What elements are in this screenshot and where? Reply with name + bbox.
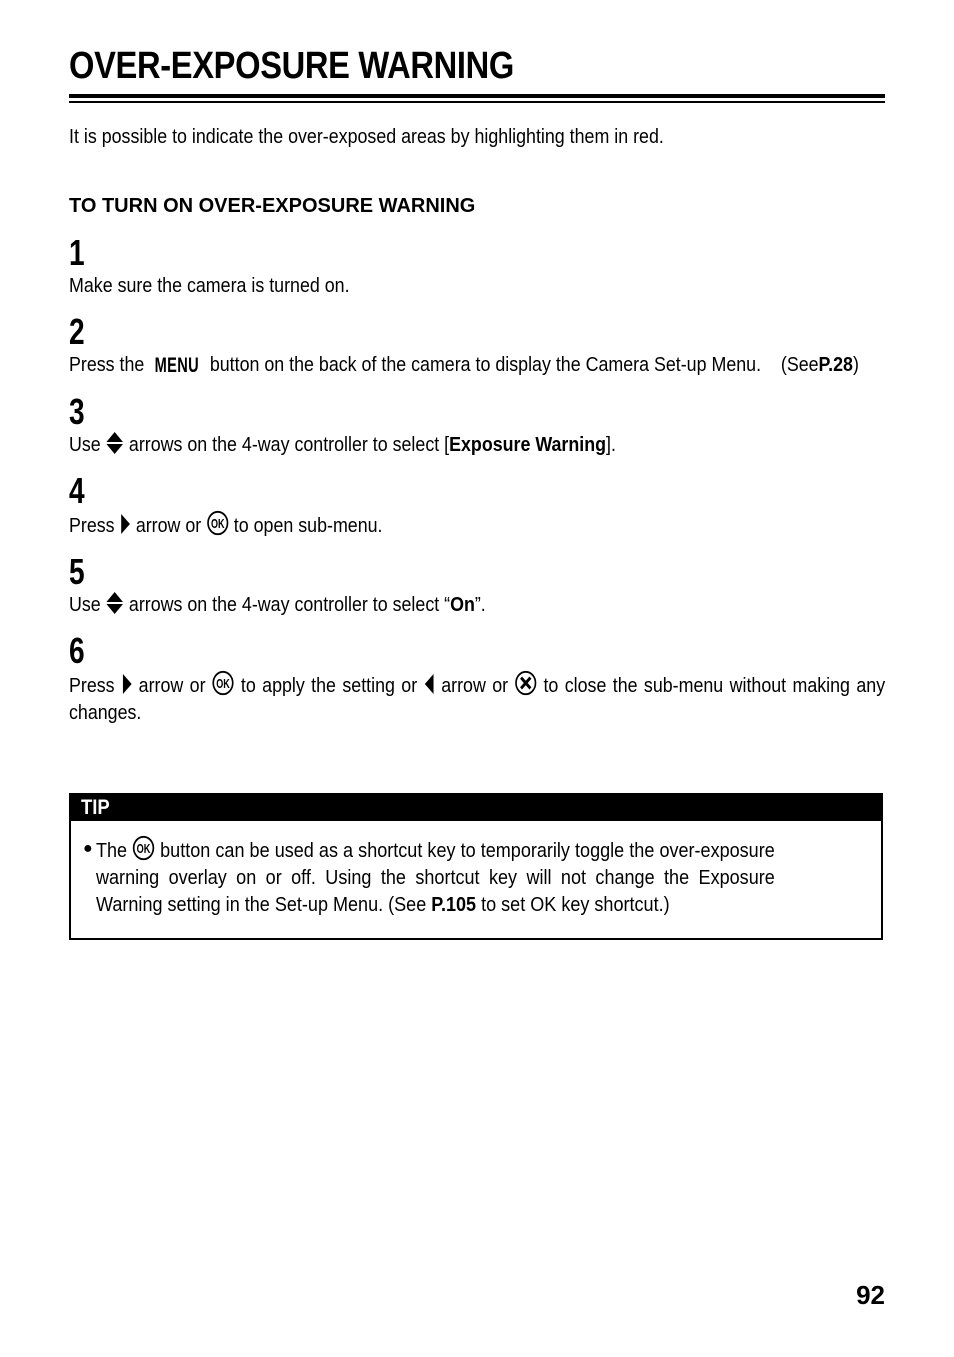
step-5-text-after: ”. (474, 592, 486, 616)
step-text: Make sure the camera is turned on. (69, 272, 885, 299)
step-text: Press arrow or OK to apply the setting o… (69, 670, 885, 726)
svg-text:OK: OK (216, 677, 230, 691)
step-2-text-before: Press the (69, 352, 145, 376)
step-5-text-before: Use (69, 592, 101, 616)
step-text: Use arrows on the 4-way controller to se… (69, 431, 885, 458)
step-5: 5 Use arrows on the 4-way controller to … (69, 550, 885, 618)
ok-button-icon: OK (132, 835, 155, 861)
updown-arrow-icon (106, 591, 124, 615)
step-6: 6 Press arrow or OK to apply the setting… (69, 629, 885, 726)
step-5-option-value: On (450, 592, 475, 616)
step-number: 1 (69, 231, 85, 273)
tip-header-label: TIP (81, 796, 110, 820)
step-number: 6 (69, 629, 85, 671)
tip-body: ● The OK button can be used as a shortcu… (71, 821, 881, 938)
bullet-icon: ● (83, 839, 93, 857)
step-3-text-after: ]. (606, 432, 616, 456)
step-1-text: Make sure the camera is turned on. (69, 273, 350, 297)
step-2-text-after: button on the back of the camera to disp… (209, 352, 762, 376)
tip-box: TIP ● The OK button can be used as a sho… (69, 792, 883, 940)
step-6-text-1: Press (69, 673, 115, 697)
step-6-text-4: arrow or (441, 673, 509, 697)
step-4-text-after: to open sub-menu. (233, 513, 383, 537)
step-3: 3 Use arrows on the 4-way controller to … (69, 390, 885, 458)
step-2-page-ref: P.28 (818, 352, 853, 376)
tip-header: TIP (71, 794, 881, 821)
updown-arrow-icon (106, 431, 124, 455)
step-3-menu-item: Exposure Warning (449, 432, 607, 456)
tip-list-item: ● The OK button can be used as a shortcu… (83, 835, 867, 918)
step-number: 4 (69, 469, 85, 511)
step-number: 5 (69, 550, 85, 592)
right-arrow-icon (121, 672, 132, 696)
step-text: Press the MENU button on the back of the… (69, 351, 885, 379)
ok-button-icon: OK (206, 510, 229, 536)
step-number: 3 (69, 390, 85, 432)
step-6-text-3: to apply the setting or (240, 673, 418, 697)
tip-paragraph: The OK button can be used as a shortcut … (95, 835, 774, 918)
step-2: 2 Press the MENU button on the back of t… (69, 310, 885, 379)
page-number: 92 (856, 1280, 885, 1310)
step-2-see-prefix: (See (780, 352, 819, 376)
tip-text-3: to set OK key shortcut.) (480, 892, 670, 916)
step-text: Use arrows on the 4-way controller to se… (69, 591, 885, 618)
step-2-see-suffix: ) (852, 352, 859, 376)
page-title: OVER-EXPOSURE WARNING (69, 45, 514, 87)
step-4: 4 Press arrow or OK to open sub-menu. (69, 469, 885, 539)
step-6-text-2: arrow or (138, 673, 206, 697)
close-button-icon (514, 670, 537, 696)
document-page: OVER-EXPOSURE WARNING It is possible to … (69, 0, 885, 1357)
step-3-text-middle: arrows on the 4-way controller to select… (128, 432, 450, 456)
intro-paragraph: It is possible to indicate the over-expo… (69, 125, 664, 148)
step-number: 2 (69, 310, 85, 352)
step-text: Press arrow or OK to open sub-menu. (69, 510, 885, 539)
step-4-text-middle: arrow or (135, 513, 202, 537)
menu-button-icon: MENU (154, 353, 200, 377)
ok-button-icon: OK (212, 670, 235, 696)
title-divider (69, 94, 885, 103)
step-3-text-before: Use (69, 432, 101, 456)
tip-page-ref: P.105 (430, 892, 476, 916)
right-arrow-icon (120, 512, 131, 536)
step-4-text-before: Press (69, 513, 115, 537)
svg-text:OK: OK (136, 842, 150, 856)
step-5-text-middle: arrows on the 4-way controller to select… (128, 592, 451, 616)
svg-text:OK: OK (211, 517, 225, 531)
left-arrow-icon (424, 672, 435, 696)
section-subheading: TO TURN ON OVER-EXPOSURE WARNING (69, 195, 476, 217)
step-1: 1 Make sure the camera is turned on. (69, 231, 885, 299)
tip-text-1: The (95, 838, 127, 862)
